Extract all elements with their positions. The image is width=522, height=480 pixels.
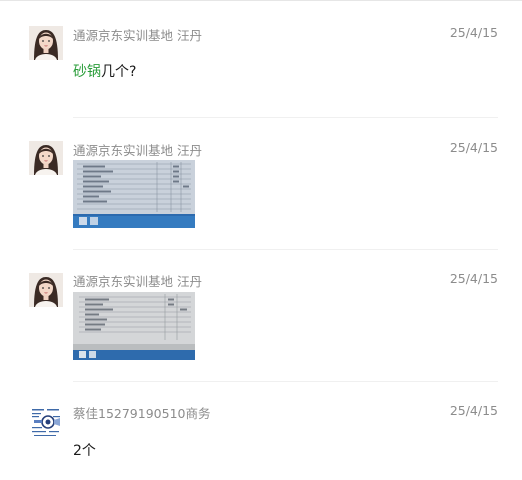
message-text-rest: 几个? [101,64,137,80]
avatar[interactable] [29,26,63,60]
message-date: 25/4/15 [449,271,498,286]
message-date: 25/4/15 [449,403,498,418]
message-text: 2个 [73,443,96,459]
sender-name: 通源京东实训基地 汪丹 [73,143,202,158]
sender-name: 通源京东实训基地 汪丹 [73,274,202,289]
message-image[interactable] [73,292,195,360]
top-divider [0,0,522,1]
message-image[interactable] [73,160,195,228]
sender-name: 蔡佳15279190510商务 [73,406,211,421]
message-separator [73,117,498,118]
message-date: 25/4/15 [449,25,498,40]
message-separator [73,249,498,250]
highlighted-keyword[interactable]: 砂锅 [73,64,101,80]
avatar[interactable] [29,405,63,439]
avatar[interactable] [29,141,63,175]
message-text: 砂锅几个? [73,61,136,81]
message-separator [73,381,498,382]
avatar[interactable] [29,273,63,307]
message-date: 25/4/15 [449,140,498,155]
sender-name: 通源京东实训基地 汪丹 [73,28,202,43]
